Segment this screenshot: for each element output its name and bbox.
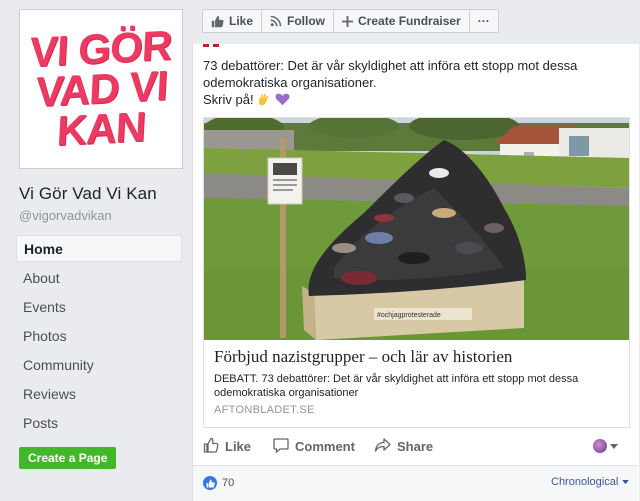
comment-sort-dropdown[interactable]: Chronological — [551, 476, 630, 488]
page-profile-picture[interactable]: VI GÖR VAD VI KAN — [19, 9, 183, 169]
link-preview-info: Förbjud nazistgrupper – och lär av histo… — [204, 340, 629, 427]
link-description: DEBATT. 73 debattörer: Det är vår skyldi… — [214, 373, 579, 399]
more-options-button[interactable]: ··· — [470, 10, 498, 32]
more-dots-icon: ··· — [477, 14, 490, 28]
post-text-line-3: Skriv på! — [203, 92, 254, 107]
follow-button[interactable]: Follow — [262, 10, 335, 32]
link-domain: AFTONBLADET.SE — [214, 404, 315, 416]
post-action-row: Like Comment Share — [193, 433, 638, 459]
post-message: 73 debattörer: Det är vår skyldighet att… — [203, 57, 623, 110]
nav-item-reviews[interactable]: Reviews — [16, 379, 182, 408]
nav-item-events[interactable]: Events — [16, 292, 182, 321]
comment-bubble-icon — [273, 437, 289, 456]
nav-item-community[interactable]: Community — [16, 350, 182, 379]
post-comment-label: Comment — [295, 439, 355, 454]
reaction-count-value: 70 — [222, 477, 235, 489]
logo-line-3: KAN — [55, 102, 147, 155]
page-handle[interactable]: @vigorvadvikan — [19, 208, 112, 223]
nav-item-posts[interactable]: Posts — [16, 408, 182, 437]
link-preview-card[interactable]: #ochjagprotesterade Förbjud nazistgruppe… — [203, 117, 630, 428]
share-arrow-icon — [374, 437, 391, 456]
post-text-line-2: odemokratiska organisationer. — [203, 75, 377, 90]
writing-hand-emoji-icon — [257, 92, 271, 110]
thumbs-up-icon — [211, 15, 224, 28]
chevron-down-icon — [622, 476, 630, 488]
page-name[interactable]: Vi Gör Vad Vi Kan — [19, 184, 157, 204]
image-sign-text: #ochjagprotesterade — [377, 312, 441, 319]
reaction-summary-bar: 70 Chronological — [193, 465, 638, 501]
logo: VI GÖR VAD VI KAN — [23, 13, 179, 165]
link-title[interactable]: Förbjud nazistgrupper – och lär av histo… — [214, 347, 512, 367]
post-like-label: Like — [225, 439, 252, 454]
nav-item-home[interactable]: Home — [16, 235, 182, 262]
thumbs-up-outline-icon — [203, 437, 219, 456]
like-page-button[interactable]: Like — [203, 10, 263, 32]
chevron-down-icon — [610, 437, 618, 455]
avatar — [593, 439, 607, 453]
post-share-button[interactable]: Share — [374, 437, 433, 456]
post-text-line-1: 73 debattörer: Det är vår skyldighet att… — [203, 58, 578, 73]
post-share-label: Share — [397, 439, 434, 454]
follow-label: Follow — [287, 14, 326, 28]
post-as-selector[interactable] — [593, 437, 618, 455]
plus-icon — [342, 15, 354, 27]
post-comment-button[interactable]: Comment — [273, 437, 355, 456]
post-like-button[interactable]: Like — [203, 437, 251, 456]
comment-sort-label: Chronological — [551, 476, 619, 488]
left-sidebar: VI GÖR VAD VI KAN Vi Gör Vad Vi Kan @vig… — [0, 0, 190, 501]
create-fundraiser-button[interactable]: Create Fundraiser — [334, 10, 470, 32]
purple-heart-emoji-icon — [275, 92, 290, 110]
like-page-label: Like — [229, 14, 254, 28]
page-nav: Home About Events Photos Community Revie… — [16, 235, 182, 437]
rss-icon — [270, 15, 282, 27]
nav-item-about[interactable]: About — [16, 263, 182, 292]
page-action-bar: Like Follow Create Fundraiser ··· — [202, 9, 499, 33]
create-page-button[interactable]: Create a Page — [19, 447, 117, 469]
link-preview-image: #ochjagprotesterade — [204, 118, 629, 340]
create-fundraiser-label: Create Fundraiser — [358, 14, 461, 28]
post-header-cutoff — [203, 44, 263, 48]
like-reaction-icon — [203, 476, 217, 490]
nav-item-photos[interactable]: Photos — [16, 321, 182, 350]
post-card: 73 debattörer: Det är vår skyldighet att… — [192, 44, 639, 501]
reaction-count[interactable]: 70 — [203, 476, 234, 490]
